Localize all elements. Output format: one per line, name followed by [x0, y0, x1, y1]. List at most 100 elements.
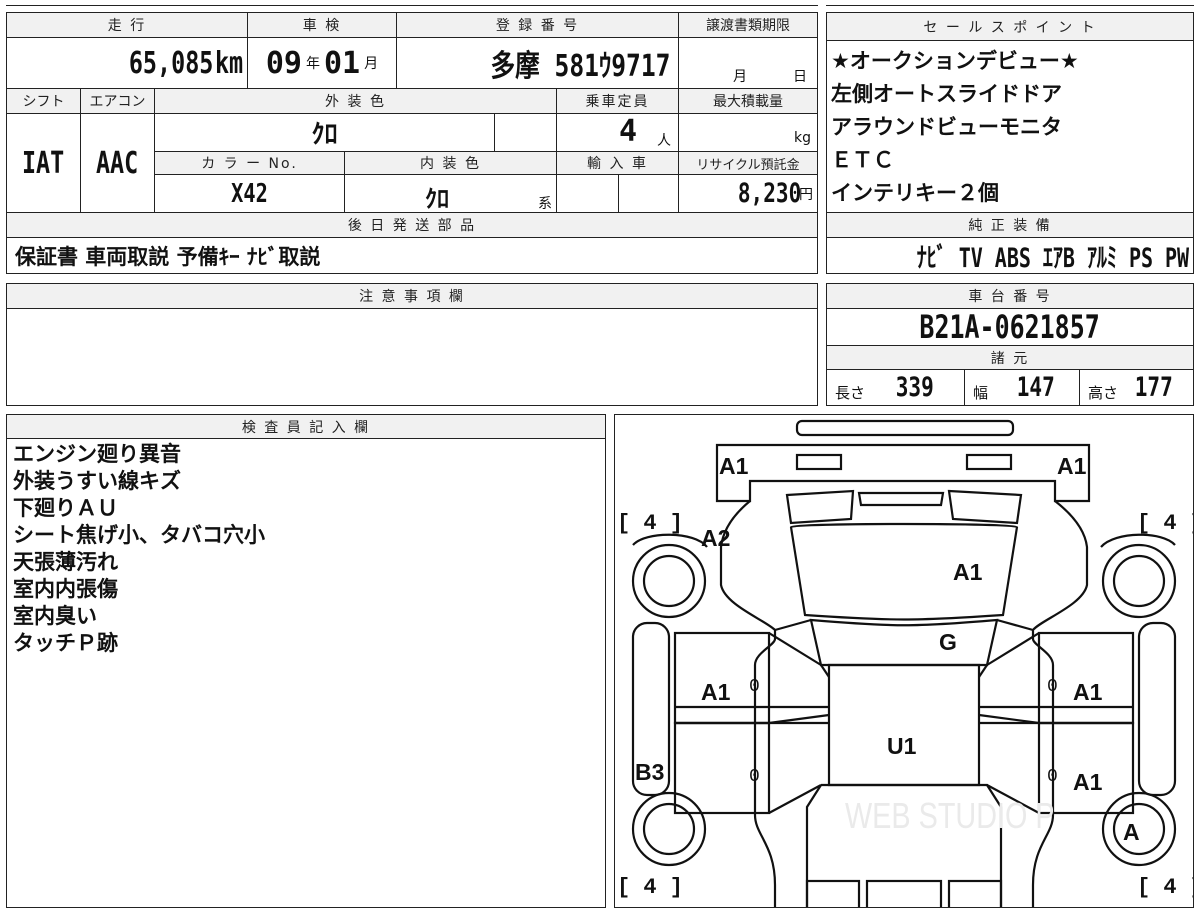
- tread-rear-right-value: 4: [1163, 875, 1177, 900]
- exterior-color-header: 外 装 色: [154, 88, 557, 114]
- registration-value: 多摩 581ｳ9717: [490, 49, 670, 84]
- tread-rear-right: [ 4 ]: [1137, 875, 1193, 900]
- capacity-value: 4: [619, 114, 638, 149]
- import-cell-right: [618, 174, 679, 213]
- interior-color-cell: ｸﾛ 系: [344, 174, 557, 213]
- rear-window-left: [805, 784, 822, 907]
- spec-height-value: 177: [1134, 372, 1173, 403]
- recycle-value: 8,230: [737, 178, 801, 209]
- spec-width-cell: 幅 147: [964, 369, 1080, 406]
- car-diagram-box: A1 A1 A2 A1 G A1 A1 U1 B3 A1 A 0 0 0 0 […: [614, 414, 1194, 908]
- inspector-box: エンジン廻り異音 外装うすい線キズ 下廻りＡＵ シート焦げ小、タバコ穴小 天張薄…: [6, 438, 606, 908]
- mileage-cell: 65,085 km: [6, 37, 248, 89]
- interior-color-value: ｸﾛ: [425, 185, 449, 213]
- genuine-equipment-value: ﾅﾋﾞ TV ABS ｴｱB ｱﾙﾐ PS PW: [916, 243, 1189, 274]
- spec-length-value: 339: [895, 372, 934, 403]
- spec-height-label: 高さ: [1088, 384, 1119, 402]
- top-clipped-strip: [6, 0, 818, 6]
- grille-center: [857, 491, 945, 507]
- aircon-value: AAC: [96, 145, 139, 181]
- a-pillar-right: [996, 618, 1034, 632]
- interior-color-suffix: 系: [538, 196, 552, 212]
- exterior-color-value: ｸﾛ: [311, 120, 338, 150]
- mileage-header: 走 行: [6, 12, 248, 38]
- inspection-year: 09: [265, 45, 302, 81]
- tread-front-right: [ 4 ]: [1137, 511, 1193, 536]
- mark-roof: U1: [887, 733, 917, 759]
- shift-cell: IAT: [6, 113, 81, 213]
- capacity-unit: 人: [657, 133, 671, 149]
- mark-left-front-door: A1: [701, 679, 731, 705]
- color-no-cell: X42: [154, 174, 345, 213]
- grille-right: [947, 489, 1023, 525]
- chassis-cell: B21A-0621857: [826, 308, 1194, 346]
- later-parts-header: 後 日 発 送 部 品: [6, 212, 818, 238]
- tread-front-left-value: 4: [643, 511, 657, 536]
- sales-point-item: 左側オートスライドドア: [831, 82, 1062, 106]
- sales-point-item: インテリキー２個: [831, 181, 999, 205]
- exterior-color-cell: ｸﾛ: [154, 113, 495, 152]
- grille-left: [785, 489, 855, 525]
- color-no-value: X42: [231, 178, 268, 209]
- inspector-line: 外装うすい線キズ: [13, 469, 181, 493]
- registration-cell: 多摩 581ｳ9717: [396, 37, 679, 89]
- inspection-header: 車 検: [247, 12, 397, 38]
- recycle-cell: 8,230 円: [678, 174, 818, 213]
- sales-point-item: ＥＴＣ: [831, 148, 894, 172]
- inspector-line: 室内臭い: [13, 604, 97, 628]
- capacity-header: 乗車定員: [556, 88, 679, 114]
- max-load-unit: kg: [794, 130, 811, 146]
- transfer-deadline-header: 譲渡書類期限: [678, 12, 818, 38]
- spec-height-cell: 高さ 177: [1079, 369, 1194, 406]
- inspection-month: 01: [324, 45, 361, 81]
- import-header: 輸 入 車: [556, 151, 679, 175]
- mark-left-rocker: B3: [635, 759, 665, 785]
- inspector-line: シート焦げ小、タバコ穴小: [13, 523, 265, 547]
- later-parts-cell: 保証書 車両取説 予備ｷｰ ﾅﾋﾞ取説: [6, 237, 818, 274]
- zero-mark-right-rear: 0: [1047, 767, 1058, 787]
- mark-hood-left: A2: [701, 525, 731, 551]
- mark-right-front-door: A1: [1073, 679, 1103, 705]
- deadline-day-unit: 日: [793, 69, 807, 85]
- inspector-line: 下廻りＡＵ: [13, 496, 118, 520]
- rear-bumper-center: [865, 879, 943, 907]
- wheel-front-right-inner: [1112, 554, 1166, 608]
- tread-front-right-value: 4: [1163, 511, 1177, 536]
- wheel-rear-left-inner: [642, 802, 696, 856]
- roof-right-edge: [978, 664, 988, 678]
- roof: [827, 663, 981, 787]
- inspector-line: 室内内張傷: [13, 577, 118, 601]
- right-rocker: [1137, 621, 1177, 797]
- headlight-right: [965, 453, 1013, 471]
- mark-rear-right-wheel: A: [1123, 819, 1140, 845]
- transfer-deadline-cell: 月 日: [678, 37, 818, 89]
- top-clipped-strip-right: [826, 0, 1194, 6]
- max-load-cell: kg: [678, 113, 818, 152]
- deadline-month-unit: 月: [733, 69, 747, 85]
- shift-value: IAT: [22, 145, 65, 181]
- mark-right-rear-door: A1: [1073, 769, 1103, 795]
- recycle-header: リサイクル預託金: [678, 151, 818, 175]
- specs-header: 諸 元: [826, 345, 1194, 370]
- zero-mark-left-rear: 0: [749, 767, 760, 787]
- spec-length-cell: 長さ 339: [826, 369, 965, 406]
- inspector-line: エンジン廻り異音: [13, 442, 181, 466]
- roof-left-edge: [820, 664, 830, 678]
- later-parts-value: 保証書 車両取説 予備ｷｰ ﾅﾋﾞ取説: [15, 244, 321, 269]
- shift-header: シフト: [6, 88, 81, 114]
- aircon-header: エアコン: [80, 88, 155, 114]
- mark-windshield: G: [939, 629, 957, 655]
- exterior-color-extra-cell: [494, 113, 557, 152]
- import-cell-left: [556, 174, 619, 213]
- rear-bumper-right: [947, 879, 1003, 907]
- genuine-equipment-cell: ﾅﾋﾞ TV ABS ｴｱB ｱﾙﾐ PS PW: [826, 237, 1194, 274]
- inspector-line: タッチＰ跡: [13, 631, 118, 655]
- max-load-header: 最大積載量: [678, 88, 818, 114]
- sales-point-item: ★オークションデビュー★: [831, 49, 1079, 73]
- hood: [789, 522, 1019, 621]
- rear-bumper-left: [805, 879, 861, 907]
- wheel-front-left-inner: [642, 554, 696, 608]
- sales-points-header: セ ー ル ス ポ イ ン ト: [826, 12, 1194, 41]
- front-bumper-bar: [795, 419, 1015, 437]
- mark-front-right: A1: [1057, 453, 1087, 479]
